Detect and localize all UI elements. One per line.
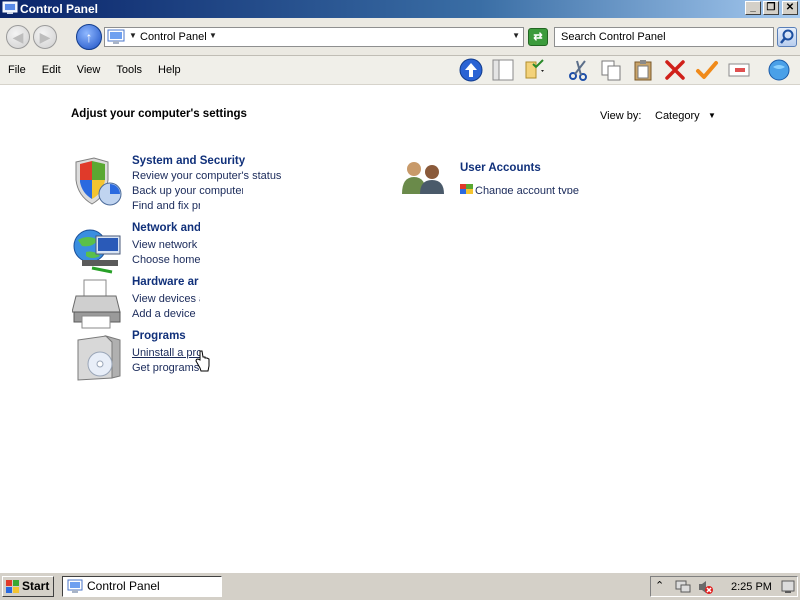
search-box[interactable] bbox=[554, 27, 774, 47]
category-title-hardware[interactable]: Hardware ar bbox=[132, 276, 200, 288]
link-find-fix[interactable]: Find and fix pr bbox=[132, 199, 200, 213]
start-button[interactable]: Start bbox=[2, 576, 54, 597]
category-title-programs[interactable]: Programs bbox=[132, 330, 200, 342]
programs-box-icon[interactable] bbox=[72, 332, 124, 384]
network-tray-icon[interactable] bbox=[675, 579, 691, 595]
menu-file[interactable]: File bbox=[0, 56, 34, 85]
control-panel-icon bbox=[107, 29, 125, 44]
control-panel-icon bbox=[67, 579, 83, 593]
address-path[interactable]: Control Panel bbox=[140, 30, 207, 44]
link-view-network[interactable]: View network s bbox=[132, 238, 200, 252]
tray-expand-icon[interactable]: ⌃ bbox=[655, 579, 664, 592]
up-arrow-icon: ↑ bbox=[85, 29, 93, 45]
folders-pane-icon[interactable] bbox=[491, 58, 515, 82]
cut-icon[interactable] bbox=[567, 58, 591, 82]
shield-small-icon bbox=[460, 184, 473, 194]
clock[interactable]: 2:25 PM bbox=[731, 580, 772, 594]
search-input[interactable] bbox=[555, 28, 773, 46]
close-button[interactable]: ✕ bbox=[782, 1, 798, 15]
restore-button[interactable]: ❐ bbox=[763, 1, 779, 15]
window-title: Control Panel bbox=[20, 2, 99, 16]
refresh-button[interactable]: ⇄ bbox=[528, 28, 548, 46]
back-button[interactable]: ◀ bbox=[6, 25, 30, 49]
security-shield-icon[interactable] bbox=[72, 156, 124, 208]
windows-logo-icon bbox=[6, 580, 19, 593]
menu-help[interactable]: Help bbox=[150, 56, 189, 85]
refresh-icon: ⇄ bbox=[533, 31, 543, 43]
chevron-down-icon[interactable]: ▼ bbox=[209, 31, 217, 40]
control-panel-icon bbox=[2, 1, 18, 14]
view-by-select[interactable]: Category bbox=[655, 110, 700, 122]
volume-muted-icon[interactable] bbox=[697, 579, 713, 595]
delete-icon[interactable] bbox=[663, 58, 687, 82]
link-get-programs[interactable]: Get programs bbox=[132, 361, 200, 375]
user-accounts-icon[interactable] bbox=[400, 160, 452, 194]
system-tray: ⌃ 2:25 PM bbox=[650, 576, 798, 597]
address-toolbar: ◀ ▶ ↑ ▼ Control Panel ▼ ▼ ⇄ bbox=[0, 18, 800, 56]
menu-bar: File Edit View Tools Help bbox=[0, 56, 189, 85]
rename-icon[interactable] bbox=[727, 58, 751, 82]
views-icon[interactable] bbox=[523, 58, 547, 82]
internet-globe-icon[interactable] bbox=[767, 58, 791, 82]
minimize-button[interactable]: _ bbox=[745, 1, 761, 15]
link-uninstall-program[interactable]: Uninstall a pro bbox=[132, 346, 200, 360]
link-review-status[interactable]: Review your computer's status bbox=[132, 169, 292, 183]
category-title-network[interactable]: Network and bbox=[132, 222, 200, 234]
start-label: Start bbox=[22, 579, 50, 593]
page-heading: Adjust your computer's settings bbox=[71, 108, 247, 120]
forward-arrow-icon: ▶ bbox=[39, 29, 51, 45]
chevron-down-icon[interactable]: ▼ bbox=[129, 31, 137, 40]
hand-cursor-icon bbox=[195, 350, 210, 372]
taskbar: Start Control Panel ⌃ 2:25 PM bbox=[0, 572, 800, 600]
taskbar-item-label: Control Panel bbox=[87, 579, 160, 593]
menu-tools[interactable]: Tools bbox=[108, 56, 150, 85]
show-desktop-icon[interactable] bbox=[781, 579, 795, 595]
paste-icon[interactable] bbox=[631, 58, 655, 82]
link-change-account-type[interactable]: Change account type bbox=[475, 184, 579, 194]
link-back-up[interactable]: Back up your computer bbox=[132, 184, 243, 198]
address-dropdown-icon[interactable]: ▼ bbox=[512, 31, 520, 40]
search-icon bbox=[780, 29, 794, 44]
forward-button[interactable]: ▶ bbox=[33, 25, 57, 49]
printer-icon[interactable] bbox=[72, 278, 124, 330]
link-choose-homegroup[interactable]: Choose homeg bbox=[132, 253, 200, 267]
menu-toolbar-row: File Edit View Tools Help bbox=[0, 56, 800, 85]
copy-icon[interactable] bbox=[599, 58, 623, 82]
search-button[interactable] bbox=[777, 27, 797, 47]
link-view-devices[interactable]: View devices a bbox=[132, 292, 200, 306]
link-add-device[interactable]: Add a device bbox=[132, 307, 200, 321]
taskbar-item-control-panel[interactable]: Control Panel bbox=[62, 576, 222, 597]
network-globe-icon[interactable] bbox=[72, 226, 124, 278]
menu-view[interactable]: View bbox=[69, 56, 109, 85]
chevron-down-icon[interactable]: ▼ bbox=[708, 111, 716, 120]
category-title-user-accounts[interactable]: User Accounts bbox=[460, 162, 590, 174]
address-bar[interactable]: ▼ Control Panel ▼ ▼ bbox=[104, 27, 524, 47]
view-by-label: View by: bbox=[600, 110, 642, 122]
title-bar: Control Panel _ ❐ ✕ bbox=[0, 0, 800, 18]
properties-check-icon[interactable] bbox=[695, 58, 719, 82]
menu-edit[interactable]: Edit bbox=[34, 56, 69, 85]
category-title-system-security[interactable]: System and Security bbox=[132, 155, 262, 167]
back-arrow-icon: ◀ bbox=[12, 29, 24, 45]
up-folder-icon[interactable] bbox=[459, 58, 483, 82]
up-button[interactable]: ↑ bbox=[76, 24, 102, 50]
